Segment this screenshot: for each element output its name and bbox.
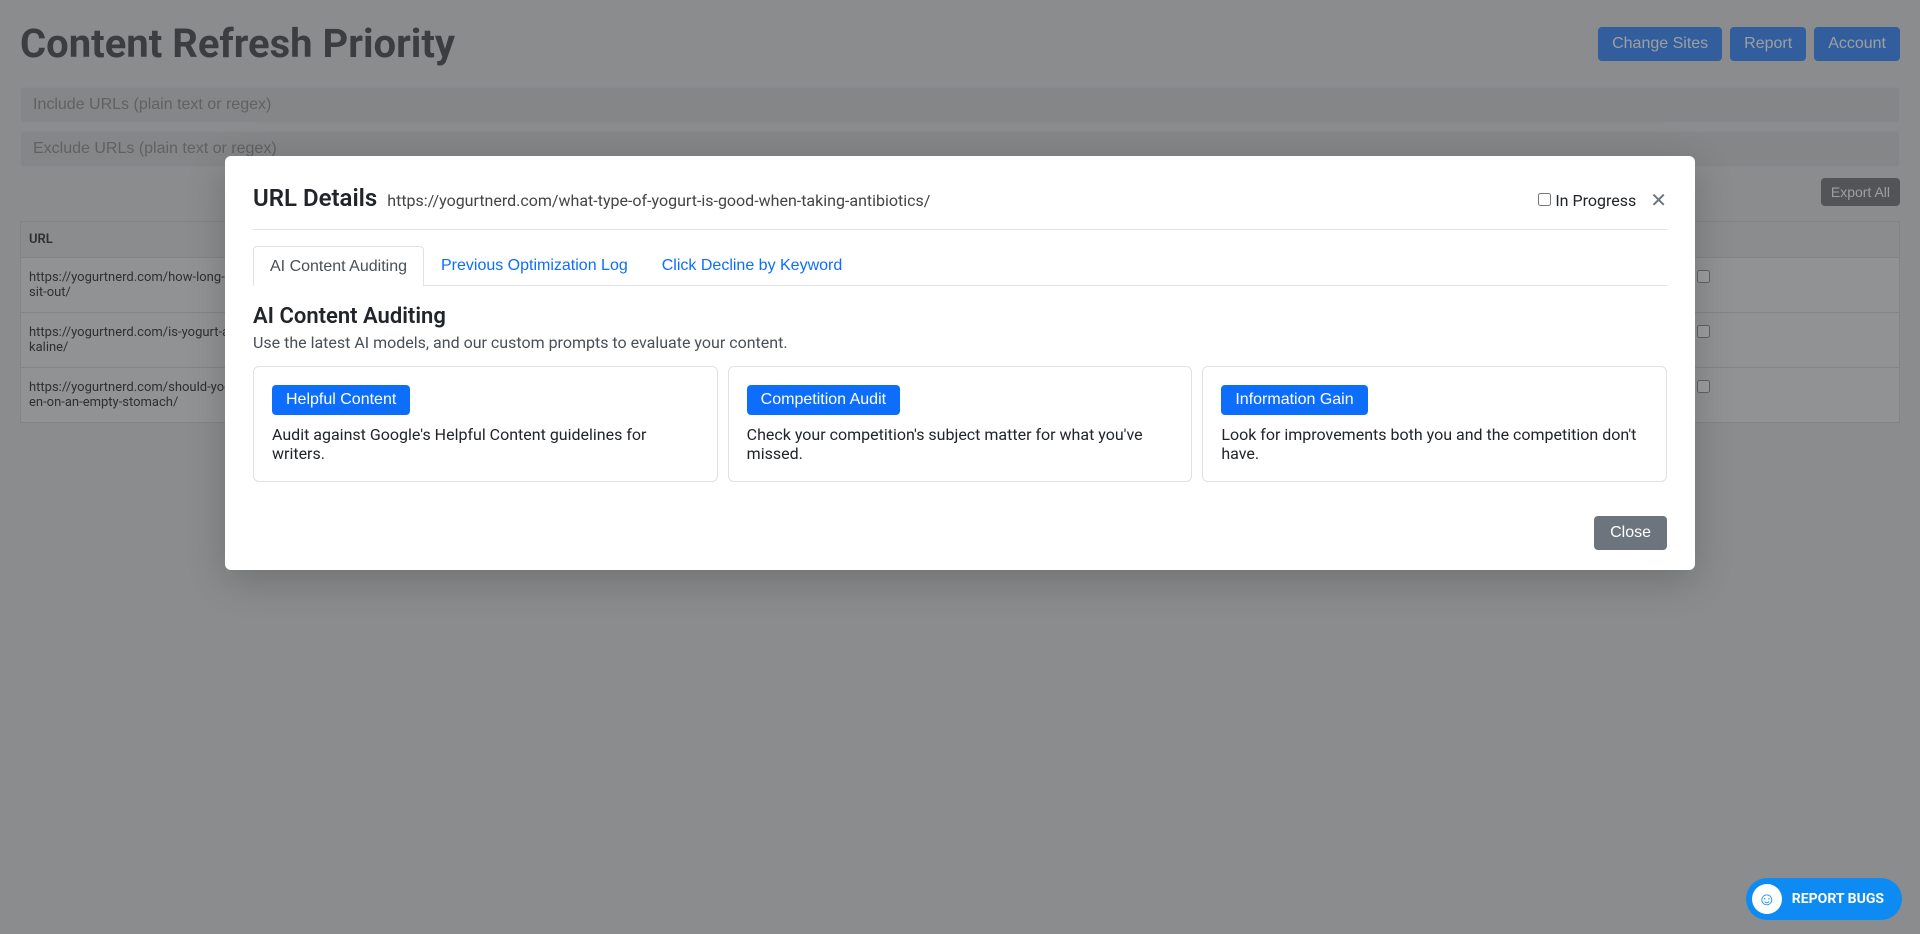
helpful-content-desc: Audit against Google's Helpful Content g… (272, 425, 699, 463)
section-desc: Use the latest AI models, and our custom… (253, 333, 1667, 352)
card-helpful-content: Helpful Content Audit against Google's H… (253, 366, 718, 482)
smile-icon: ☺ (1752, 884, 1782, 914)
in-progress-label[interactable]: In Progress (1538, 191, 1636, 210)
close-icon[interactable]: ✕ (1650, 188, 1667, 213)
close-button[interactable]: Close (1594, 516, 1667, 550)
report-bugs-button[interactable]: ☺ REPORT BUGS (1746, 878, 1902, 920)
tab-ai-content-auditing[interactable]: AI Content Auditing (253, 246, 424, 286)
card-information-gain: Information Gain Look for improvements b… (1202, 366, 1667, 482)
url-details-modal: URL Details https://yogurtnerd.com/what-… (225, 156, 1695, 570)
modal-title: URL Details (253, 184, 377, 212)
competition-audit-button[interactable]: Competition Audit (747, 385, 900, 415)
modal-overlay: URL Details https://yogurtnerd.com/what-… (0, 0, 1920, 934)
in-progress-checkbox[interactable] (1538, 193, 1551, 206)
section-title: AI Content Auditing (253, 304, 1667, 329)
helpful-content-button[interactable]: Helpful Content (272, 385, 410, 415)
information-gain-desc: Look for improvements both you and the c… (1221, 425, 1648, 463)
modal-url: https://yogurtnerd.com/what-type-of-yogu… (387, 191, 930, 210)
tab-previous-optimization-log[interactable]: Previous Optimization Log (424, 246, 645, 285)
information-gain-button[interactable]: Information Gain (1221, 385, 1367, 415)
tab-click-decline-by-keyword[interactable]: Click Decline by Keyword (645, 246, 860, 285)
competition-audit-desc: Check your competition's subject matter … (747, 425, 1174, 463)
card-competition-audit: Competition Audit Check your competition… (728, 366, 1193, 482)
